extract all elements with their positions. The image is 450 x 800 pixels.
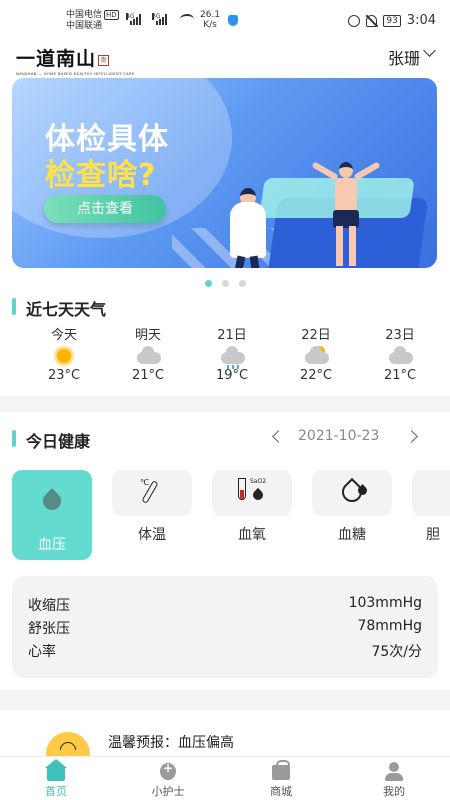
chevron-down-icon[interactable] (423, 44, 436, 57)
metric-blood-sugar[interactable]: 血糖 (312, 470, 392, 560)
partly-cloudy-icon (301, 345, 331, 367)
weather-day: 明天 21°C (131, 328, 165, 383)
doctor-illustration (220, 188, 274, 268)
mute-bell-icon (366, 14, 378, 27)
banner-pagination (0, 280, 450, 287)
shopping-bag-icon (270, 760, 292, 781)
alert-text: 温馨预报：血压偏高 (108, 735, 234, 751)
metric-label: 血糖 (338, 527, 366, 543)
home-icon (45, 759, 67, 781)
vitals-card: 收缩压 103mmHg 舒张压 78mmHg 心率 75次/分 (12, 576, 438, 678)
clock: 3:04 (406, 13, 436, 28)
net-speed: 26.1 K/s (200, 10, 221, 30)
vital-row: 收缩压 103mmHg (28, 595, 422, 615)
section-divider (0, 690, 450, 710)
metric-label: 体温 (138, 527, 166, 543)
security-shield-icon (228, 15, 238, 26)
vital-label: 舒张压 (28, 621, 70, 637)
metric-label: 血压 (38, 537, 66, 553)
bottom-nav: 首页 小护士 商城 我的 (0, 756, 450, 800)
next-date-icon[interactable] (405, 430, 418, 443)
partial-card-icon (412, 470, 450, 516)
carrier-info: 中国电信 HD 中国联通 (66, 10, 119, 32)
thermometer-icon: ℃ (112, 470, 192, 516)
health-date: 2021-10-23 (298, 428, 380, 444)
app-logo: 一道南山南 NANSHAN — HOME BASED HEALTHY INTEL… (16, 44, 135, 76)
nurse-icon (157, 761, 179, 781)
test-tube-icon: SaO2 (212, 470, 292, 516)
patient-illustration (311, 161, 381, 268)
vital-label: 收缩压 (28, 598, 70, 614)
status-bar: 中国电信 HD 中国联通 4G 3G 26.1 K/s 93 3:04 (0, 0, 450, 36)
carrier-2: 中国联通 (66, 21, 103, 31)
logo-seal: 南 (98, 55, 110, 66)
vital-row: 心率 75次/分 (28, 641, 422, 661)
weather-day: 23日 21°C (383, 328, 417, 383)
banner-view-button[interactable]: 点击查看 (44, 195, 166, 223)
nav-home[interactable]: 首页 (26, 759, 86, 799)
nav-shop[interactable]: 商城 (251, 760, 311, 799)
rain-icon (217, 345, 247, 369)
user-switcher[interactable]: 张珊 (388, 45, 420, 69)
pagination-dot-3[interactable] (238, 280, 246, 287)
vital-value: 78mmHg (357, 618, 422, 634)
nav-label: 商城 (270, 785, 292, 798)
weather-day: 今天 23°C (47, 328, 81, 383)
wifi-icon (180, 14, 194, 24)
weather-day: 22日 22°C (299, 328, 333, 383)
cloud-icon (385, 345, 415, 367)
pagination-dot-2[interactable] (221, 280, 229, 287)
nav-nurse[interactable]: 小护士 (138, 761, 198, 799)
pagination-dot-1[interactable] (204, 280, 212, 287)
nav-label: 我的 (383, 785, 405, 798)
cloud-icon (133, 345, 163, 367)
signal-1-icon: 4G (126, 13, 141, 25)
nav-label: 小护士 (151, 785, 185, 798)
alarm-icon (348, 14, 361, 27)
sun-icon (49, 345, 79, 367)
battery-icon: 93 (383, 14, 401, 27)
metric-label: 血氧 (238, 527, 266, 543)
previous-date-icon[interactable] (272, 430, 285, 443)
vital-row: 舒张压 78mmHg (28, 618, 422, 638)
metric-temperature[interactable]: ℃ 体温 (112, 470, 192, 560)
weather-forecast: 今天 23°C 明天 21°C 21日 19°C 22日 22°C 23日 21… (0, 324, 450, 394)
signal-2-icon: 3G (152, 13, 167, 25)
health-section-title: 今日健康 (12, 428, 90, 452)
hd-badge: HD (104, 10, 119, 20)
metric-blood-pressure[interactable]: 血压 (12, 470, 92, 560)
vital-value: 75次/分 (371, 644, 422, 660)
carrier-1: 中国电信 (66, 10, 103, 20)
vital-value: 103mmHg (348, 595, 422, 611)
logo-text: 一道南山 (16, 48, 97, 70)
metric-label: 胆 (426, 527, 440, 543)
vital-label: 心率 (28, 644, 56, 660)
glucose-drop-icon (312, 470, 392, 516)
metric-partial[interactable]: 胆 (412, 470, 450, 560)
weather-day: 21日 19°C (215, 328, 249, 383)
logo-subtitle: NANSHAN — HOME BASED HEALTHY INTELLIGENT… (16, 72, 135, 76)
weather-section-title: 近七天天气 (12, 296, 106, 320)
promo-banner[interactable]: 体检具体 检查啥? 点击查看 (12, 78, 437, 268)
health-alert[interactable]: 温馨预报：血压偏高 (20, 716, 430, 776)
section-divider (0, 396, 450, 412)
blood-drop-icon (12, 470, 92, 530)
nav-profile[interactable]: 我的 (364, 761, 424, 799)
profile-icon (383, 761, 405, 781)
nav-label: 首页 (45, 785, 67, 798)
banner-title: 体检具体 检查啥? (45, 122, 169, 193)
status-right: 93 3:04 (348, 13, 436, 28)
metric-blood-oxygen[interactable]: SaO2 血氧 (212, 470, 292, 560)
